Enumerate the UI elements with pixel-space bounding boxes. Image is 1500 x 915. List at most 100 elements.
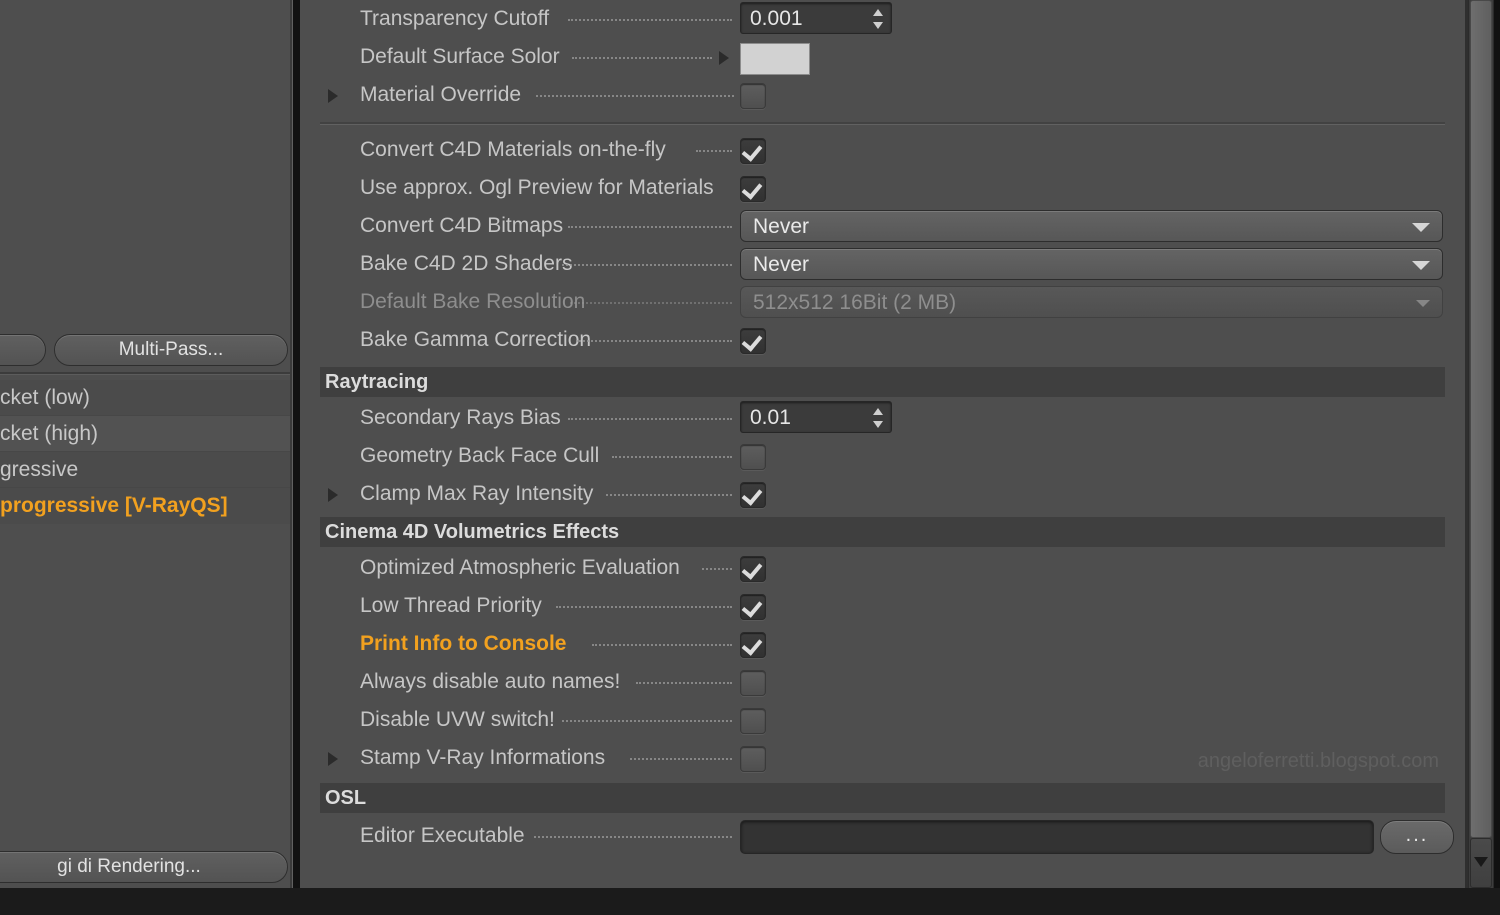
convert-c4d-bitmaps-value: Never: [753, 215, 810, 238]
dot-leader: [562, 720, 732, 722]
render-engine-list: cket (low) cket (high) gressive progress…: [0, 380, 290, 524]
row-default-bake-resolution: Default Bake Resolution 512x512 16Bit (2…: [300, 283, 1465, 321]
browse-button[interactable]: ...: [1380, 820, 1454, 854]
stamp-v-ray-informations-checkbox[interactable]: [740, 746, 766, 772]
list-item[interactable]: gressive: [0, 452, 290, 488]
list-item[interactable]: cket (low): [0, 380, 290, 416]
bake-c4d-2d-shaders-dropdown[interactable]: Never: [740, 248, 1443, 280]
left-panel-button-row: Multi-Pass...: [0, 332, 290, 368]
optimized-atmospheric-evaluation-checkbox[interactable]: [740, 556, 766, 582]
label-use-approx-ogl-preview: Use approx. Ogl Preview for Materials: [360, 176, 714, 199]
dot-leader: [636, 682, 732, 684]
editor-executable-input[interactable]: [740, 820, 1374, 854]
convert-c4d-bitmaps-dropdown[interactable]: Never: [740, 210, 1443, 242]
dot-leader: [696, 150, 732, 152]
row-optimized-atmospheric-evaluation: Optimized Atmospheric Evaluation: [300, 549, 1465, 587]
label-optimized-atmospheric-evaluation: Optimized Atmospheric Evaluation: [360, 556, 680, 579]
horizontal-rule: [320, 122, 1445, 125]
section-header-volumetrics: Cinema 4D Volumetrics Effects: [320, 517, 1445, 547]
expand-arrow-icon[interactable]: [328, 488, 338, 502]
label-default-surface-solor: Default Surface Solor: [360, 45, 560, 68]
stepper-icon[interactable]: [873, 408, 883, 428]
section-title: Cinema 4D Volumetrics Effects: [325, 521, 620, 543]
disable-uvw-switch-checkbox[interactable]: [740, 708, 766, 734]
dot-leader: [570, 302, 732, 304]
print-info-to-console-checkbox[interactable]: [740, 632, 766, 658]
row-use-approx-ogl-preview: Use approx. Ogl Preview for Materials: [300, 169, 1465, 207]
list-item[interactable]: cket (high): [0, 416, 290, 452]
multi-pass-button[interactable]: Multi-Pass...: [54, 334, 288, 366]
dot-leader: [562, 264, 732, 266]
panel-divider[interactable]: [290, 0, 293, 888]
row-bake-gamma-correction: Bake Gamma Correction: [300, 321, 1465, 359]
transparency-cutoff-value: 0.001: [750, 7, 803, 30]
use-approx-ogl-preview-checkbox[interactable]: [740, 176, 766, 202]
dot-leader: [534, 836, 732, 838]
label-secondary-rays-bias: Secondary Rays Bias: [360, 406, 561, 429]
label-stamp-v-ray-informations: Stamp V-Ray Informations: [360, 746, 606, 769]
default-bake-resolution-value: 512x512 16Bit (2 MB): [753, 291, 957, 314]
render-settings-window: Multi-Pass... cket (low) cket (high) gre…: [0, 0, 1500, 915]
dot-leader: [612, 456, 732, 458]
label-low-thread-priority: Low Thread Priority: [360, 594, 542, 617]
always-disable-auto-names-checkbox[interactable]: [740, 670, 766, 696]
convert-c4d-materials-checkbox[interactable]: [740, 138, 766, 164]
left-panel-separator: [0, 372, 290, 375]
row-print-info-to-console: Print Info to Console: [300, 625, 1465, 663]
material-override-checkbox[interactable]: [740, 83, 766, 109]
dot-leader: [568, 19, 732, 21]
label-editor-executable: Editor Executable: [360, 824, 525, 847]
clamp-max-ray-intensity-checkbox[interactable]: [740, 482, 766, 508]
row-always-disable-auto-names: Always disable auto names!: [300, 663, 1465, 701]
dot-leader: [572, 57, 712, 59]
left-panel: Multi-Pass... cket (low) cket (high) gre…: [0, 0, 290, 888]
label-clamp-max-ray-intensity: Clamp Max Ray Intensity: [360, 482, 594, 505]
transparency-cutoff-input[interactable]: 0.001: [740, 2, 892, 34]
section-title: Raytracing: [325, 371, 429, 393]
secondary-rays-bias-input[interactable]: 0.01: [740, 401, 892, 433]
row-clamp-max-ray-intensity: Clamp Max Ray Intensity: [300, 475, 1465, 513]
chevron-down-icon: [1412, 223, 1430, 232]
stepper-icon[interactable]: [873, 9, 883, 29]
row-secondary-rays-bias: Secondary Rays Bias 0.01: [300, 399, 1465, 437]
expand-arrow-icon[interactable]: [328, 752, 338, 766]
label-bake-c4d-2d-shaders: Bake C4D 2D Shaders: [360, 252, 573, 275]
row-editor-executable: Editor Executable ...: [300, 817, 1465, 855]
expand-arrow-icon[interactable]: [328, 89, 338, 103]
partial-left-button[interactable]: [0, 334, 46, 366]
settings-main-panel: Transparency Cutoff 0.001 Default Surfac…: [300, 0, 1465, 888]
rendering-settings-button[interactable]: gi di Rendering...: [0, 851, 288, 883]
scroll-down-arrow-icon[interactable]: [1470, 838, 1492, 888]
row-default-surface-solor: Default Surface Solor: [300, 38, 1465, 76]
dot-leader: [568, 418, 732, 420]
row-convert-c4d-materials: Convert C4D Materials on-the-fly: [300, 131, 1465, 169]
dot-leader: [556, 606, 732, 608]
row-low-thread-priority: Low Thread Priority: [300, 587, 1465, 625]
low-thread-priority-checkbox[interactable]: [740, 594, 766, 620]
chevron-down-icon: [1412, 261, 1430, 270]
label-disable-uvw-switch: Disable UVW switch!: [360, 708, 555, 731]
row-convert-c4d-bitmaps: Convert C4D Bitmaps Never: [300, 207, 1465, 245]
default-surface-color-swatch[interactable]: [740, 43, 810, 75]
geometry-back-face-cull-checkbox[interactable]: [740, 444, 766, 470]
list-item-selected[interactable]: progressive [V-RayQS]: [0, 488, 290, 524]
chevron-down-icon: [1416, 300, 1430, 307]
secondary-rays-bias-value: 0.01: [750, 406, 791, 429]
dot-leader: [536, 95, 734, 97]
section-header-osl: OSL: [320, 783, 1445, 813]
label-print-info-to-console: Print Info to Console: [360, 632, 567, 655]
dot-leader: [568, 226, 732, 228]
dot-leader: [630, 758, 732, 760]
bake-gamma-correction-checkbox[interactable]: [740, 328, 766, 354]
dot-leader: [592, 644, 732, 646]
row-disable-uvw-switch: Disable UVW switch!: [300, 701, 1465, 739]
label-convert-c4d-materials: Convert C4D Materials on-the-fly: [360, 138, 666, 161]
expand-arrow-icon[interactable]: [719, 51, 729, 65]
row-transparency-cutoff: Transparency Cutoff 0.001: [300, 0, 1465, 38]
watermark: angeloferretti.blogspot.com: [1197, 750, 1439, 772]
section-header-raytracing: Raytracing: [320, 367, 1445, 397]
default-bake-resolution-dropdown: 512x512 16Bit (2 MB): [740, 286, 1443, 318]
scrollbar-thumb[interactable]: [1470, 0, 1492, 838]
dot-leader: [702, 568, 732, 570]
window-bottom-bar: [0, 888, 1500, 915]
